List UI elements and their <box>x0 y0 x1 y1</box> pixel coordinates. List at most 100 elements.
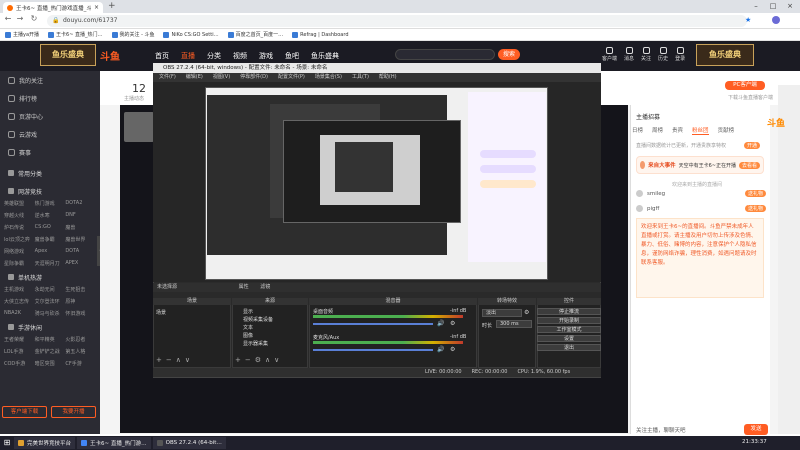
scene-controls-icon[interactable]: +−∧∨ <box>156 356 194 364</box>
bookmark-item[interactable]: Refrag | Dashboard <box>292 31 349 38</box>
bookmark-star-icon[interactable]: ★ <box>745 16 751 24</box>
bookmark-item[interactable]: 王卡6~ 直播_热门… <box>48 31 103 38</box>
nav-games[interactable]: 游戏 <box>259 51 273 61</box>
game-link[interactable]: APEX <box>65 260 96 267</box>
messages[interactable]: 消息 <box>624 47 634 62</box>
pc-client-button[interactable]: PC客户端 <box>725 81 765 90</box>
sidebar-item-follows[interactable]: 我的关注 <box>0 71 100 89</box>
game-link[interactable]: 天涯明月刀 <box>35 260 66 267</box>
obs-menu-profile[interactable]: 配置文件(P) <box>278 73 305 82</box>
chat-notice-button[interactable]: 开通 <box>743 141 760 149</box>
chat-event-card[interactable]: 来自大事件 天空中有王卡6~正在开播 去看看 <box>636 156 764 174</box>
close-window-icon[interactable]: × <box>782 0 798 13</box>
game-link[interactable]: 魔兽世界 <box>65 236 96 243</box>
game-link[interactable]: 星际争霸 <box>4 260 35 267</box>
game-link[interactable]: 金铲铲之战 <box>35 348 66 355</box>
chat-input[interactable]: 关注主播，聊聊天吧 <box>636 426 716 434</box>
browser-tab[interactable]: 王卡6~ 直播_热门游戏直播_斗… × <box>3 2 103 13</box>
game-link[interactable]: 骑马与砍杀 <box>35 310 66 317</box>
props-button[interactable]: 属性 <box>239 284 249 290</box>
obs-menu-scenes[interactable]: 场景集合(S) <box>315 73 342 82</box>
gear-icon[interactable]: ⚙ <box>524 309 529 316</box>
game-link[interactable]: CF手游 <box>65 360 96 367</box>
game-link[interactable]: 和平精英 <box>35 336 66 343</box>
client-download[interactable]: 客户端 <box>602 47 617 62</box>
back-icon[interactable]: ← <box>3 14 13 23</box>
source-item[interactable]: 文本 <box>243 324 253 331</box>
stop-streaming-button[interactable]: 停止推流 <box>537 308 601 315</box>
follows[interactable]: 关注 <box>641 47 651 62</box>
exit-button[interactable]: 退出 <box>537 344 601 351</box>
event-button[interactable]: 去看看 <box>738 161 760 169</box>
source-item[interactable]: 显示器采集 <box>243 340 268 347</box>
tab-day[interactable]: 日榜 <box>632 126 643 135</box>
nav-category[interactable]: 分类 <box>207 51 221 61</box>
game-link[interactable]: 逆水寒 <box>35 212 66 219</box>
game-link[interactable]: 王者荣耀 <box>4 336 35 343</box>
game-link[interactable]: 穿越火线 <box>4 212 35 219</box>
game-link[interactable]: 永劫无间 <box>35 286 66 293</box>
obs-menu-file[interactable]: 文件(F) <box>159 73 176 82</box>
site-search-button[interactable]: 搜索 <box>498 49 520 60</box>
chat-row[interactable]: pigff 送礼物 <box>636 205 766 212</box>
obs-menu-help[interactable]: 帮助(H) <box>379 73 397 82</box>
forward-icon[interactable]: → <box>15 14 25 23</box>
source-item[interactable]: 显示 <box>243 308 253 315</box>
obs-menu-edit[interactable]: 编辑(E) <box>186 73 203 82</box>
nav-video[interactable]: 视频 <box>233 51 247 61</box>
profile-avatar[interactable] <box>772 16 780 24</box>
bookmark-item[interactable]: NiKo CS:GO Setti… <box>163 31 219 38</box>
client-download-button[interactable]: 客户端下载 <box>2 406 47 418</box>
lock-icon[interactable]: 🔒 <box>52 17 59 24</box>
sidebar-section-mobile[interactable]: 手游休闲 <box>0 321 100 333</box>
url-input[interactable]: douyu.com/61737 <box>47 15 747 27</box>
game-link[interactable]: lol云顶之弈 <box>4 236 35 243</box>
sidebar-item-cloudgame[interactable]: 云游戏 <box>0 125 100 143</box>
game-link[interactable]: 第五人格 <box>65 348 96 355</box>
volume-slider[interactable] <box>313 349 433 351</box>
sidebar-item-events[interactable]: 赛事 <box>0 143 100 161</box>
game-link[interactable]: 英雄联盟 <box>4 200 35 207</box>
duration-input[interactable]: 300 ms <box>496 320 532 328</box>
new-tab-icon[interactable]: + <box>108 1 116 11</box>
reload-icon[interactable]: ↻ <box>29 14 39 23</box>
chat-host-title[interactable]: 主播招募 <box>636 112 660 121</box>
mascot-badge[interactable]: 斗鱼 <box>760 105 792 145</box>
game-link[interactable]: 热门游戏 <box>35 200 66 207</box>
game-link[interactable]: 主机游戏 <box>4 286 35 293</box>
sidebar-item-rank[interactable]: 排行榜 <box>0 89 100 107</box>
tab-week[interactable]: 周榜 <box>652 126 663 135</box>
volume-slider[interactable] <box>313 323 433 325</box>
sidebar-section-online[interactable]: 网游竞技 <box>0 185 100 197</box>
send-button[interactable]: 发送 <box>744 424 768 435</box>
tab-vip[interactable]: 贵宾 <box>672 126 683 135</box>
start-menu-icon[interactable]: ⊞ <box>0 436 14 450</box>
game-link[interactable]: DOTA2 <box>65 200 96 207</box>
game-link[interactable]: 原神 <box>65 298 96 305</box>
site-search-input[interactable] <box>395 49 495 60</box>
gear-icon[interactable]: ⚙ <box>450 320 455 327</box>
event-banner-right[interactable]: 鱼乐盛典 <box>696 44 754 66</box>
game-link[interactable]: DOTA <box>65 248 96 255</box>
scene-item[interactable]: 场景 <box>156 309 166 316</box>
game-link[interactable]: 魔兽 <box>65 224 96 231</box>
tab-fans[interactable]: 粉丝团 <box>692 126 709 135</box>
start-stream-button[interactable]: 我要开播 <box>51 406 96 418</box>
filters-button[interactable]: 滤镜 <box>260 284 270 290</box>
speaker-icon[interactable]: 🔊 <box>437 320 444 327</box>
nav-yuba[interactable]: 鱼吧 <box>285 51 299 61</box>
source-controls-icon[interactable]: +−⚙∧∨ <box>235 356 283 364</box>
speaker-icon[interactable]: 🔊 <box>437 346 444 353</box>
game-link[interactable]: 怀旧游戏 <box>65 310 96 317</box>
game-link[interactable]: CS:GO <box>35 224 66 231</box>
minimize-icon[interactable]: – <box>748 0 764 13</box>
sidebar-section-common[interactable]: 常用分类 <box>0 167 100 179</box>
game-link[interactable]: 火影忍者 <box>65 336 96 343</box>
tab-close-icon[interactable]: × <box>94 4 99 11</box>
bookmark-item[interactable]: 主播ya开播 <box>5 31 39 38</box>
obs-menu-view[interactable]: 视图(V) <box>213 73 230 82</box>
nav-home[interactable]: 首页 <box>155 51 169 61</box>
tab-contrib[interactable]: 贡献榜 <box>718 126 735 135</box>
game-link[interactable]: 暗区突围 <box>35 360 66 367</box>
event-banner-left[interactable]: 鱼乐盛典 <box>40 44 96 66</box>
